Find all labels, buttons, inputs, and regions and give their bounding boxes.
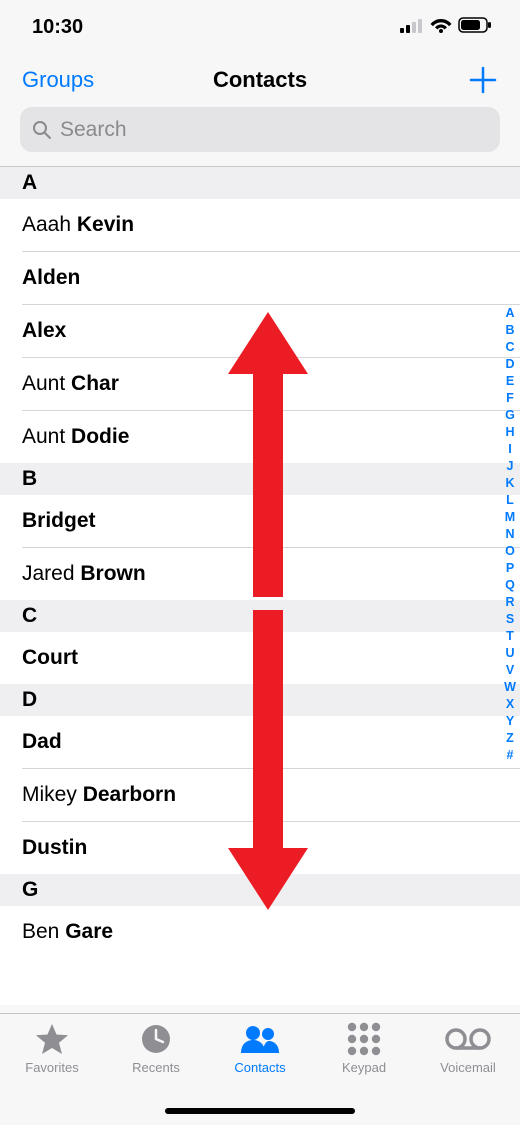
- voicemail-icon: [445, 1022, 491, 1056]
- contact-row[interactable]: Alex: [22, 305, 520, 358]
- contact-row[interactable]: Bridget: [22, 495, 520, 548]
- index-letter[interactable]: K: [505, 475, 514, 492]
- index-letter[interactable]: Z: [506, 730, 514, 747]
- contact-row[interactable]: Alden: [22, 252, 520, 305]
- tab-label: Contacts: [234, 1060, 285, 1075]
- status-time: 10:30: [32, 16, 83, 39]
- index-letter[interactable]: P: [506, 560, 514, 577]
- contact-single-name: Court: [22, 646, 78, 669]
- section-header: D: [0, 684, 520, 716]
- contact-row[interactable]: Dad: [22, 716, 520, 769]
- index-letter[interactable]: H: [505, 424, 514, 441]
- tab-label: Keypad: [342, 1060, 386, 1075]
- groups-button[interactable]: Groups: [22, 67, 94, 93]
- contact-row[interactable]: Dustin: [22, 822, 520, 874]
- section-header: A: [0, 167, 520, 199]
- index-letter[interactable]: A: [505, 305, 514, 322]
- contact-single-name: Dustin: [22, 836, 87, 859]
- index-letter[interactable]: #: [507, 747, 514, 764]
- search-icon: [32, 120, 52, 140]
- index-letter[interactable]: X: [506, 696, 514, 713]
- home-indicator: [165, 1108, 355, 1114]
- contact-last-name: Char: [71, 372, 119, 395]
- index-letter[interactable]: M: [505, 509, 515, 526]
- contact-first-name: Aunt: [22, 372, 71, 395]
- search-placeholder: Search: [60, 118, 127, 142]
- wifi-icon: [430, 16, 452, 39]
- contact-row[interactable]: Jared Brown: [22, 548, 520, 600]
- section-index[interactable]: ABCDEFGHIJKLMNOPQRSTUVWXYZ#: [502, 305, 518, 764]
- battery-icon: [458, 16, 492, 39]
- contact-first-name: Ben: [22, 920, 65, 943]
- index-letter[interactable]: R: [505, 594, 514, 611]
- contact-last-name: Gare: [65, 920, 113, 943]
- contact-row[interactable]: Aunt Dodie: [22, 411, 520, 463]
- tab-favorites[interactable]: Favorites: [2, 1022, 102, 1125]
- favorites-icon: [35, 1022, 69, 1056]
- contact-first-name: Aunt: [22, 425, 71, 448]
- index-letter[interactable]: U: [505, 645, 514, 662]
- index-letter[interactable]: G: [505, 407, 515, 424]
- contact-row[interactable]: Aunt Char: [22, 358, 520, 411]
- index-letter[interactable]: O: [505, 543, 515, 560]
- contact-single-name: Bridget: [22, 509, 96, 532]
- index-letter[interactable]: F: [506, 390, 514, 407]
- contact-last-name: Brown: [80, 562, 145, 585]
- index-letter[interactable]: Y: [506, 713, 514, 730]
- tab-label: Favorites: [25, 1060, 78, 1075]
- nav-bar: Groups Contacts: [0, 55, 520, 105]
- contacts-icon: [240, 1022, 280, 1056]
- contact-first-name: Jared: [22, 562, 80, 585]
- contact-first-name: Mikey: [22, 783, 83, 806]
- index-letter[interactable]: D: [505, 356, 514, 373]
- index-letter[interactable]: V: [506, 662, 514, 679]
- index-letter[interactable]: Q: [505, 577, 515, 594]
- tab-voicemail[interactable]: Voicemail: [418, 1022, 518, 1125]
- status-bar: 10:30: [0, 0, 520, 55]
- contact-last-name: Dearborn: [83, 783, 176, 806]
- search-container: Search: [0, 105, 520, 166]
- index-letter[interactable]: T: [506, 628, 514, 645]
- index-letter[interactable]: W: [504, 679, 516, 696]
- search-input[interactable]: Search: [20, 107, 500, 152]
- index-letter[interactable]: J: [507, 458, 514, 475]
- index-letter[interactable]: I: [508, 441, 511, 458]
- contact-list[interactable]: AAaah KevinAldenAlexAunt CharAunt DodieB…: [0, 166, 520, 1005]
- tab-label: Voicemail: [440, 1060, 496, 1075]
- contact-row[interactable]: Court: [22, 632, 520, 684]
- index-letter[interactable]: E: [506, 373, 514, 390]
- section-header: B: [0, 463, 520, 495]
- keypad-icon: [347, 1022, 381, 1056]
- contact-single-name: Alex: [22, 319, 66, 342]
- add-contact-button[interactable]: [468, 65, 498, 95]
- tab-label: Recents: [132, 1060, 180, 1075]
- section-header: G: [0, 874, 520, 906]
- contact-row[interactable]: Ben Gare: [22, 906, 520, 958]
- signal-icon: [400, 16, 424, 39]
- index-letter[interactable]: C: [505, 339, 514, 356]
- contact-last-name: Kevin: [77, 213, 134, 236]
- contact-first-name: Aaah: [22, 213, 77, 236]
- section-header: C: [0, 600, 520, 632]
- status-icons: [400, 16, 492, 39]
- index-letter[interactable]: S: [506, 611, 514, 628]
- contact-row[interactable]: Aaah Kevin: [22, 199, 520, 252]
- index-letter[interactable]: N: [505, 526, 514, 543]
- contact-row[interactable]: Mikey Dearborn: [22, 769, 520, 822]
- contact-single-name: Alden: [22, 266, 80, 289]
- index-letter[interactable]: L: [506, 492, 514, 509]
- contact-single-name: Dad: [22, 730, 62, 753]
- recents-icon: [140, 1022, 172, 1056]
- plus-icon: [468, 65, 498, 95]
- contact-last-name: Dodie: [71, 425, 129, 448]
- index-letter[interactable]: B: [505, 322, 514, 339]
